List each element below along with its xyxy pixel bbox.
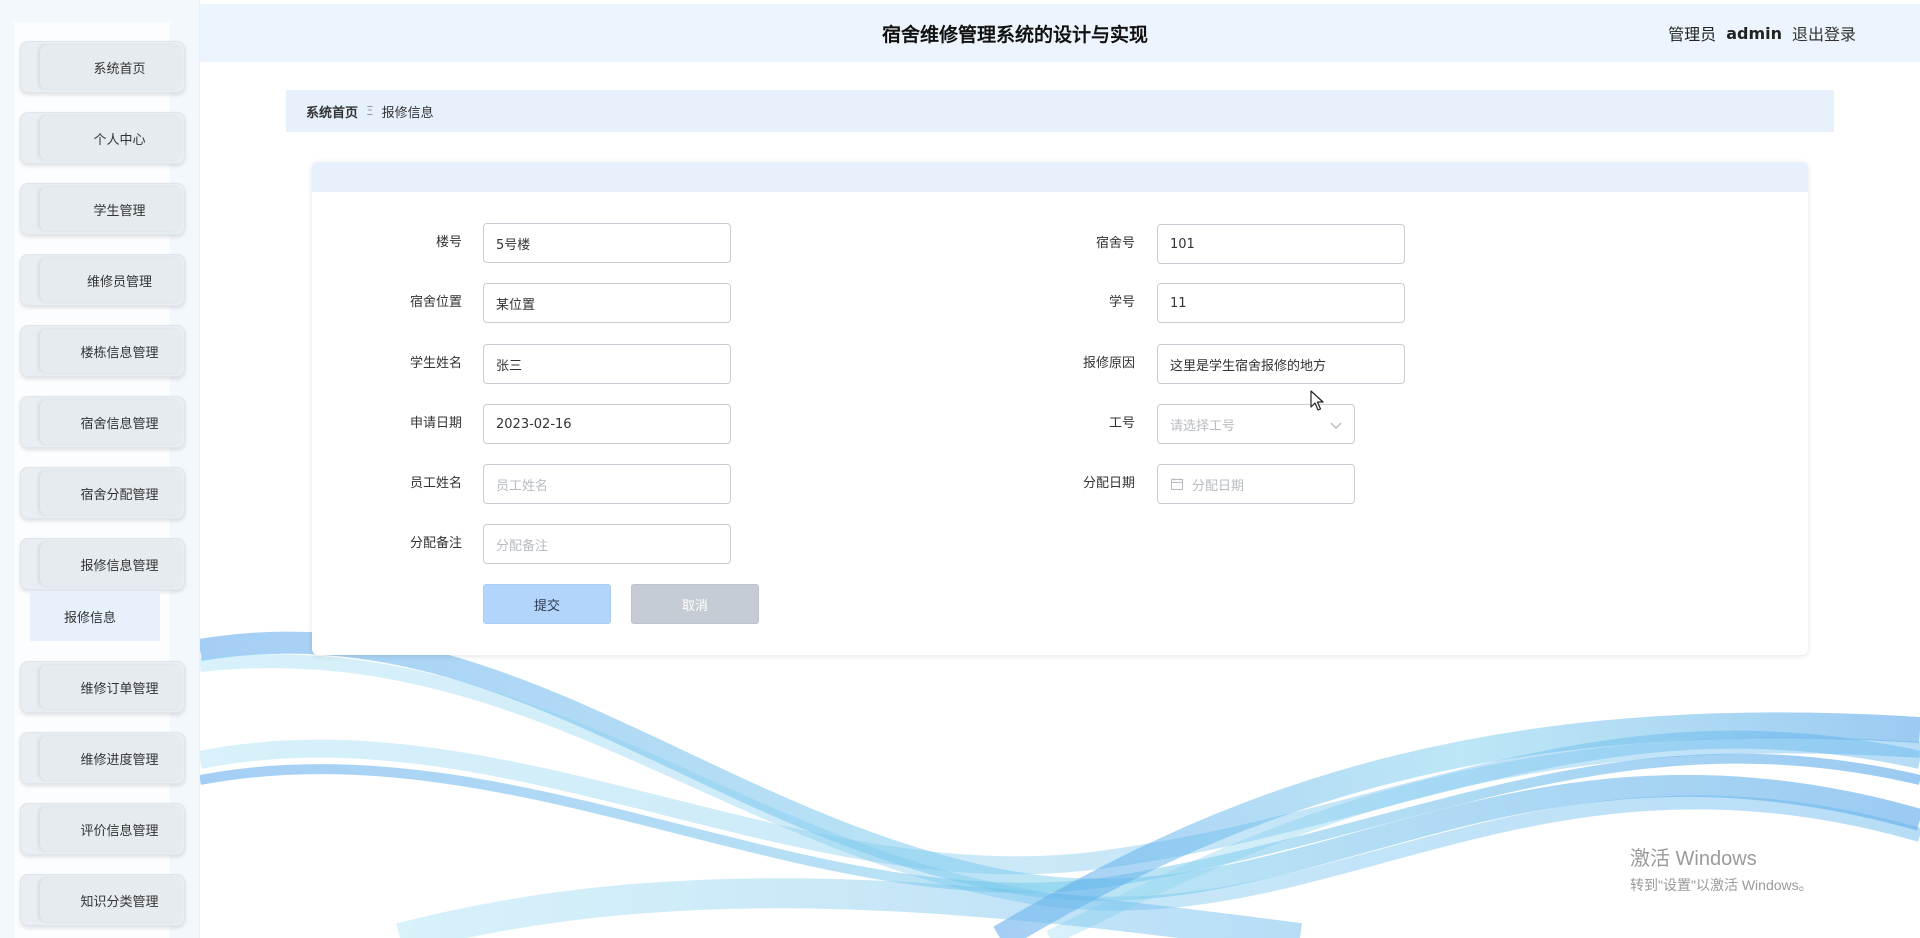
sidebar-item-label: 学生管理 <box>93 203 146 219</box>
sidebar-item-students[interactable]: 学生管理 <box>20 183 185 235</box>
repair-reason-label: 报修原因 <box>1082 356 1135 371</box>
calendar-icon <box>1171 478 1183 490</box>
sidebar-item-home[interactable]: 系统首页 <box>20 41 185 93</box>
sidebar-item-label: 个人中心 <box>93 132 146 148</box>
card-header <box>312 162 1808 192</box>
assign-date-placeholder: 分配日期 <box>1192 478 1245 494</box>
repair-reason-input[interactable]: 这里是学生宿舍报修的地方 <box>1157 344 1405 384</box>
sidebar-item-label: 楼栋信息管理 <box>80 345 159 361</box>
watermark-title: 激活 Windows <box>1630 848 1757 870</box>
student-no-label: 学号 <box>1108 295 1135 310</box>
dorm-location-input[interactable]: 某位置 <box>483 283 731 323</box>
breadcrumb-home[interactable]: 系统首页 <box>306 102 358 121</box>
sidebar-item-label: 知识分类管理 <box>80 894 159 910</box>
staff-no-label: 工号 <box>1108 416 1135 431</box>
repair-form-card: 楼号 5号楼 宿舍号 101 宿舍位置 某位置 学号 11 学生姓名 张三 报修… <box>312 162 1808 655</box>
student-name-label: 学生姓名 <box>409 356 462 371</box>
sidebar-item-label: 系统首页 <box>93 61 146 77</box>
breadcrumb: 系统首页 Ξ 报修信息 <box>286 90 1834 132</box>
logout-link[interactable]: 退出登录 <box>1792 21 1856 45</box>
sidebar-item-reviews[interactable]: 评价信息管理 <box>20 803 185 855</box>
top-header: 宿舍维修管理系统的设计与实现 管理员 admin 退出登录 <box>200 4 1920 62</box>
assign-date-picker[interactable]: 分配日期 <box>1157 464 1355 504</box>
sidebar-item-label: 宿舍信息管理 <box>80 416 159 432</box>
user-role: 管理员 <box>1668 25 1717 44</box>
sidebar-item-label: 报修信息管理 <box>80 558 159 574</box>
staff-no-placeholder: 请选择工号 <box>1170 418 1236 434</box>
sidebar-item-dorms[interactable]: 宿舍信息管理 <box>20 396 185 448</box>
staff-name-label: 员工姓名 <box>409 476 462 491</box>
sidebar-item-repair-info[interactable]: 报修信息管理 <box>20 538 185 590</box>
building-label: 楼号 <box>435 235 462 250</box>
sidebar-item-label: 宿舍分配管理 <box>80 487 159 503</box>
sidebar-item-label: 维修订单管理 <box>80 681 159 697</box>
sidebar-item-buildings[interactable]: 楼栋信息管理 <box>20 325 185 377</box>
sidebar-item-repairmen[interactable]: 维修员管理 <box>20 254 185 306</box>
assign-note-label: 分配备注 <box>409 536 462 551</box>
student-name-input[interactable]: 张三 <box>483 344 731 384</box>
sidebar-item-label: 维修员管理 <box>86 274 152 290</box>
mouse-cursor-icon <box>1310 390 1324 411</box>
sidebar-item-dorm-allocation[interactable]: 宿舍分配管理 <box>20 467 185 519</box>
breadcrumb-current: 报修信息 <box>381 105 434 121</box>
apply-date-label: 申请日期 <box>409 416 462 431</box>
sidebar-item-label: 评价信息管理 <box>80 823 159 839</box>
building-input[interactable]: 5号楼 <box>483 223 731 263</box>
cancel-button[interactable]: 取消 <box>631 584 759 624</box>
submenu-item-repair-info[interactable]: 报修信息 <box>30 591 160 641</box>
dorm-no-input[interactable]: 101 <box>1157 224 1405 264</box>
sidebar-item-repair-orders[interactable]: 维修订单管理 <box>20 661 185 713</box>
sidebar-item-repair-progress[interactable]: 维修进度管理 <box>20 732 185 784</box>
page-title: 宿舍维修管理系统的设计与实现 <box>881 23 1148 46</box>
apply-date-input[interactable]: 2023-02-16 <box>483 404 731 444</box>
dorm-no-label: 宿舍号 <box>1095 236 1135 251</box>
user-area: 管理员 admin 退出登录 <box>1668 4 1856 62</box>
dorm-location-label: 宿舍位置 <box>409 295 462 310</box>
sidebar-item-knowledge-categories[interactable]: 知识分类管理 <box>20 874 185 926</box>
watermark-subtitle: 转到"设置"以激活 Windows。 <box>1630 877 1813 893</box>
staff-name-input[interactable]: 员工姓名 <box>483 464 731 504</box>
username: admin <box>1726 23 1782 43</box>
windows-activation-watermark: 激活 Windows 转到"设置"以激活 Windows。 <box>1630 842 1813 895</box>
chevron-down-icon <box>1330 422 1342 429</box>
sidebar-item-profile[interactable]: 个人中心 <box>20 112 185 164</box>
submit-button[interactable]: 提交 <box>483 584 611 624</box>
sidebar-item-label: 维修进度管理 <box>80 752 159 768</box>
assign-date-label: 分配日期 <box>1082 476 1135 491</box>
sidebar: 系统首页 个人中心 学生管理 维修员管理 楼栋信息管理 宿舍信息管理 宿舍分配管… <box>0 0 200 938</box>
breadcrumb-separator-icon: Ξ <box>366 104 374 118</box>
assign-note-input[interactable]: 分配备注 <box>483 524 731 564</box>
student-no-input[interactable]: 11 <box>1157 283 1405 323</box>
